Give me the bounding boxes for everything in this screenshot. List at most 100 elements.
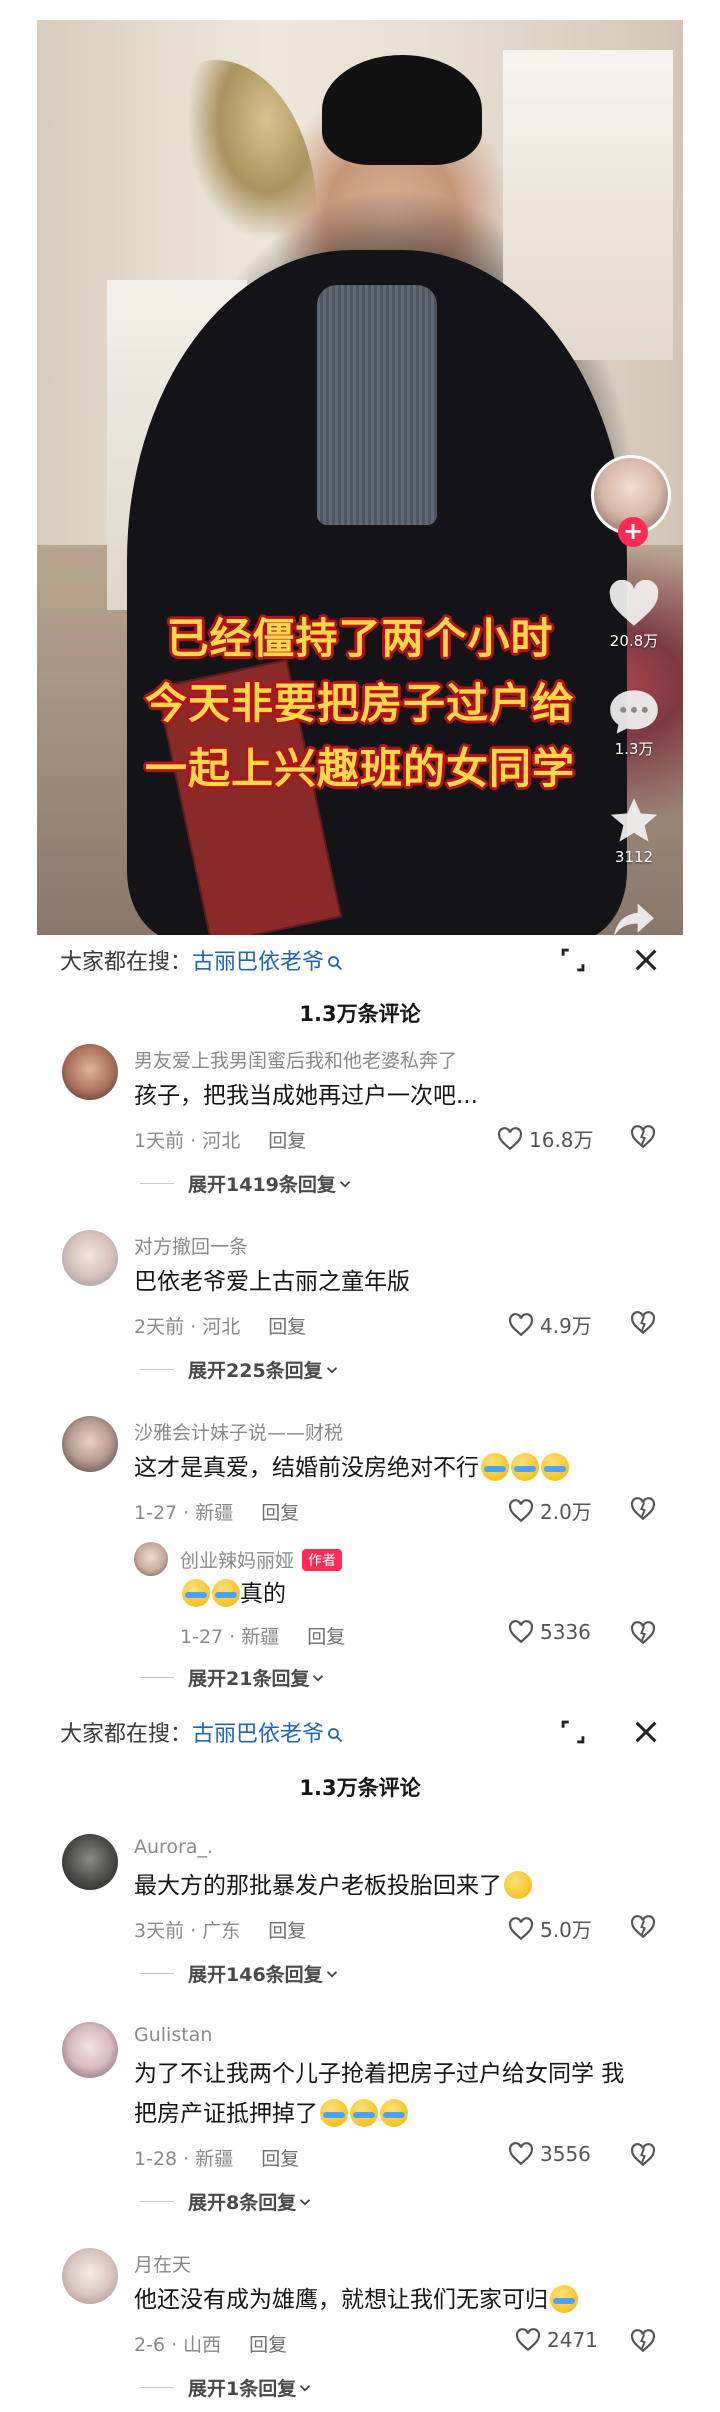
comment-text: 最大方的那批暴发户老板投胎回来了	[134, 1866, 532, 1906]
close-icon[interactable]	[630, 944, 662, 976]
dislike-icon[interactable]	[630, 1620, 656, 1646]
expand-label: 展开146条回复	[188, 1964, 323, 1986]
reply-text: 真的	[180, 1574, 286, 1614]
comment-text-body: 他还没有成为雄鹰，就想让我们无家可归	[134, 2287, 548, 2313]
search-keyword[interactable]: 古丽巴依老爷	[192, 1722, 324, 1747]
search-icon	[328, 956, 343, 971]
comment-author[interactable]: Gulistan	[134, 2024, 212, 2046]
reply-author[interactable]: 创业辣妈丽娅 作者	[180, 1546, 343, 1573]
dislike-icon[interactable]	[630, 2328, 656, 2354]
heart-icon	[508, 1916, 534, 1940]
comment-time-location: 2天前 · 河北	[134, 1316, 241, 1338]
avatar[interactable]	[62, 2248, 118, 2304]
comment-meta: 1-28 · 新疆 回复	[134, 2144, 299, 2171]
reply-button[interactable]: 回复	[261, 1502, 299, 1524]
reply-button[interactable]: 回复	[261, 2148, 299, 2170]
avatar[interactable]	[62, 1834, 118, 1890]
comment-author[interactable]: 男友爱上我男闺蜜后我和他老婆私奔了	[134, 1046, 457, 1073]
crying-emoji	[350, 2099, 378, 2127]
expand-replies[interactable]: 展开225条回复	[140, 1356, 341, 1383]
star-icon	[610, 798, 658, 842]
avatar[interactable]	[62, 1416, 118, 1472]
expand-replies[interactable]: 展开1419条回复	[140, 1170, 354, 1197]
avatar[interactable]	[134, 1542, 168, 1576]
reply-button[interactable]: 回复	[268, 1130, 306, 1152]
fullscreen-icon[interactable]	[556, 1715, 590, 1749]
search-suggestion[interactable]: 大家都在搜：古丽巴依老爷	[60, 1716, 343, 1748]
dislike-icon[interactable]	[630, 2142, 656, 2168]
heart-icon	[508, 2142, 534, 2166]
reply-button[interactable]: 回复	[268, 1920, 306, 1942]
search-suggestion-bar[interactable]: 大家都在搜：古丽巴依老爷	[0, 932, 720, 988]
comment-text: 孩子，把我当成她再过户一次吧...	[134, 1083, 478, 1109]
follow-button[interactable]: +	[618, 517, 648, 547]
expand-replies[interactable]: 展开8条回复	[140, 2188, 314, 2215]
reply-button[interactable]: 回复	[249, 2334, 287, 2356]
like-action[interactable]: 20.8万	[599, 580, 669, 651]
comment-author[interactable]: 对方撤回一条	[134, 1232, 248, 1259]
reply-like[interactable]: 5336	[508, 1620, 591, 1644]
chevron-down-icon	[300, 2198, 311, 2206]
comment-text-body: 把房产证抵押掉了	[134, 2101, 318, 2127]
smirk-emoji	[504, 1871, 532, 1899]
heart-icon	[508, 1620, 534, 1644]
comment-like[interactable]: 4.9万	[508, 1310, 592, 1339]
comment-like[interactable]: 5.0万	[508, 1914, 592, 1943]
comment-count: 1.3万	[614, 740, 654, 758]
like-count: 3556	[540, 2142, 591, 2166]
expand-label: 展开1条回复	[188, 2378, 297, 2400]
avatar[interactable]	[62, 1230, 118, 1286]
crying-emoji	[550, 2285, 578, 2313]
comment-time-location: 2-6 · 山西	[134, 2334, 222, 2356]
comment-meta: 1-27 · 新疆 回复	[134, 1498, 299, 1525]
heart-icon	[515, 2328, 541, 2352]
comment-meta: 1天前 · 河北 回复	[134, 1126, 306, 1153]
comment-action[interactable]: 1.3万	[599, 688, 669, 759]
dislike-icon[interactable]	[630, 1124, 656, 1150]
comment-like[interactable]: 3556	[508, 2142, 591, 2166]
dislike-icon[interactable]	[630, 1496, 656, 1522]
search-suggestion-bar[interactable]: 大家都在搜：古丽巴依老爷	[0, 1704, 720, 1760]
boy-sweater	[317, 285, 437, 525]
video-player[interactable]: 已经僵持了两个小时 今天非要把房子过户给 一起上兴趣班的女同学 + 20.8万 …	[37, 20, 683, 935]
heart-icon	[508, 1498, 534, 1522]
heart-icon	[609, 580, 659, 626]
comment-author[interactable]: Aurora_.	[134, 1836, 213, 1858]
comment-meta: 2-6 · 山西 回复	[134, 2330, 287, 2357]
share-action[interactable]	[599, 900, 669, 935]
close-icon[interactable]	[630, 1716, 662, 1748]
crying-emoji	[481, 1453, 509, 1481]
reply-text-body: 真的	[240, 1581, 286, 1607]
comment-text: 他还没有成为雄鹰，就想让我们无家可归	[134, 2280, 578, 2320]
search-prefix: 大家都在搜：	[60, 1722, 193, 1747]
dislike-icon[interactable]	[630, 1310, 656, 1336]
expand-replies[interactable]: 展开146条回复	[140, 1960, 341, 1987]
comment-time-location: 1-27 · 新疆	[134, 1502, 234, 1524]
like-count: 4.9万	[540, 1314, 592, 1338]
crying-emoji	[511, 1453, 539, 1481]
expand-replies[interactable]: 展开1条回复	[140, 2374, 314, 2401]
comment-author[interactable]: 月在天	[134, 2250, 191, 2277]
avatar[interactable]	[62, 2022, 118, 2078]
search-suggestion[interactable]: 大家都在搜：古丽巴依老爷	[60, 944, 343, 976]
comment-author[interactable]: 沙雅会计妹子说——财税	[134, 1418, 343, 1445]
comment-like[interactable]: 2471	[515, 2328, 598, 2352]
comment-text-line-1: 为了不让我两个儿子抢着把房子过户给女同学 我	[134, 2061, 625, 2087]
comment-text-line-2: 把房产证抵押掉了	[134, 2094, 408, 2134]
comment-like[interactable]: 16.8万	[497, 1124, 594, 1153]
heart-icon	[508, 1312, 534, 1336]
expand-replies[interactable]: 展开21条回复	[140, 1664, 327, 1691]
reply-button[interactable]: 回复	[268, 1316, 306, 1338]
like-count: 16.8万	[529, 1128, 594, 1152]
comment-like[interactable]: 2.0万	[508, 1496, 592, 1525]
avatar[interactable]	[62, 1044, 118, 1100]
search-keyword[interactable]: 古丽巴依老爷	[192, 950, 324, 975]
like-count: 5336	[540, 1620, 591, 1644]
fullscreen-icon[interactable]	[556, 943, 590, 977]
favorite-action[interactable]: 3112	[599, 796, 669, 866]
expand-label: 展开8条回复	[188, 2192, 297, 2214]
chevron-down-icon	[300, 2384, 311, 2392]
like-count: 2471	[547, 2328, 598, 2352]
reply-button[interactable]: 回复	[307, 1626, 345, 1648]
dislike-icon[interactable]	[630, 1914, 656, 1940]
